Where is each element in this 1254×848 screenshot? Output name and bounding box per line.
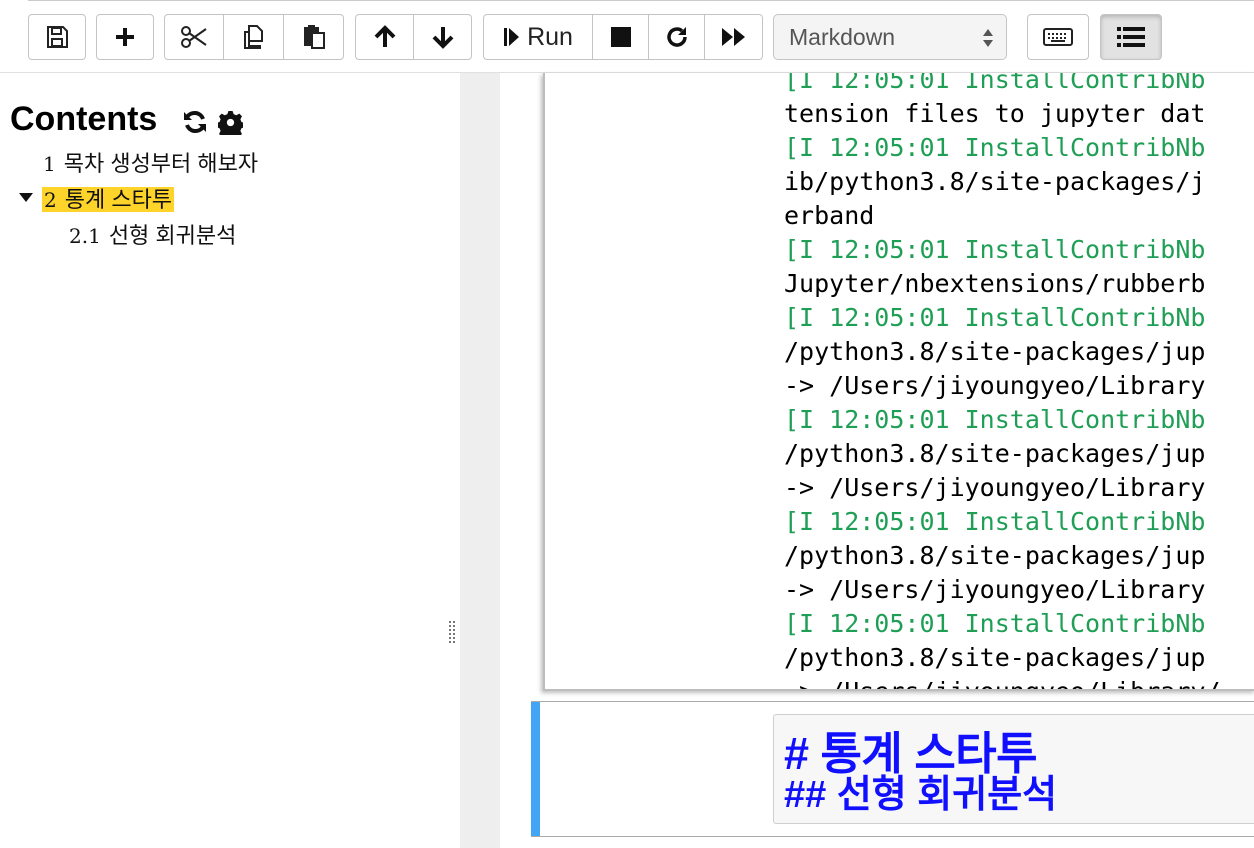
log-text: /python3.8/site-packages/jup	[784, 439, 1206, 468]
log-text: ib/python3.8/site-packages/j	[784, 167, 1206, 196]
refresh-icon[interactable]	[182, 109, 208, 135]
arrow-up-icon	[374, 25, 395, 47]
log-prefix: [I 12:05:01 InstallContribNb	[784, 609, 1206, 638]
notebook-area: [I 12:05:01 InstallContribNb tension file…	[460, 73, 1254, 848]
toc-item-2-1[interactable]: 2.1 선형 회귀분석	[69, 218, 236, 250]
notebook-toolbar: Run Markdown	[0, 0, 1254, 73]
restart-run-all-button[interactable]	[705, 14, 763, 60]
log-line-info: [I 12:05:01 InstallContribNb	[784, 301, 1221, 335]
copy-icon	[243, 25, 263, 49]
paste-button[interactable]	[284, 14, 344, 60]
log-prefix: [I 12:05:01 InstallContribNb	[784, 133, 1206, 162]
run-label: Run	[527, 22, 573, 51]
log-text: tension files to jupyter dat	[784, 99, 1206, 128]
toc-item-number: 2	[44, 188, 57, 212]
log-prefix: [I 12:05:01 InstallContribNb	[784, 235, 1206, 264]
markdown-cell[interactable]: # 통계 스타투 ## 선형 회귀분석	[531, 701, 1254, 837]
paste-icon	[303, 25, 325, 49]
toc-item-label: 통계 스타투	[64, 187, 173, 212]
log-text: /python3.8/site-packages/jup	[784, 337, 1206, 366]
insert-cell-button[interactable]	[96, 14, 154, 60]
log-line: -> /Users/jiyoungyeo/Library	[784, 471, 1221, 505]
restart-kernel-button[interactable]	[649, 14, 705, 60]
log-text: -> /Users/jiyoungyeo/Library/	[784, 677, 1221, 689]
log-line: -> /Users/jiyoungyeo/Library	[784, 573, 1221, 607]
notebook-page: [I 12:05:01 InstallContribNb tension file…	[500, 73, 1254, 848]
cell-type-select[interactable]: Markdown	[773, 14, 1007, 60]
scissors-icon	[181, 26, 207, 48]
interrupt-button[interactable]	[593, 14, 649, 60]
save-icon	[47, 26, 68, 48]
toc-item-2[interactable]: 2 통계 스타투	[42, 182, 175, 214]
log-line: /python3.8/site-packages/jup	[784, 539, 1221, 573]
gear-icon[interactable]	[218, 110, 243, 135]
toc-toggle-button[interactable]	[1100, 14, 1162, 60]
log-line: ib/python3.8/site-packages/j	[784, 165, 1221, 199]
log-line-info: [I 12:05:01 InstallContribNb	[784, 233, 1221, 267]
keyboard-icon	[1043, 28, 1073, 46]
log-text: -> /Users/jiyoungyeo/Library	[784, 371, 1206, 400]
toolbar-top-border	[28, 0, 1254, 4]
log-prefix: [I 12:05:01 InstallContribNb	[784, 507, 1206, 536]
log-line-info: [I 12:05:01 InstallContribNb	[784, 505, 1221, 539]
log-line: tension files to jupyter dat	[784, 97, 1221, 131]
arrow-down-icon	[432, 27, 453, 49]
log-line-info: [I 12:05:01 InstallContribNb	[784, 403, 1221, 437]
log-prefix: [I 12:05:01 InstallContribNb	[784, 303, 1206, 332]
fast-forward-icon	[721, 28, 745, 46]
cell-type-value: Markdown	[789, 23, 896, 50]
log-line-info: [I 12:05:01 InstallContribNb	[784, 131, 1221, 165]
toc-item-number: 1	[43, 152, 56, 176]
log-text: erband	[784, 201, 875, 230]
output-area[interactable]: [I 12:05:01 InstallContribNb tension file…	[543, 73, 1254, 691]
log-line: -> /Users/jiyoungyeo/Library/	[784, 675, 1221, 689]
toc-item-highlight: 2 통계 스타투	[42, 187, 175, 212]
toc-title: Contents	[10, 100, 158, 138]
log-line: -> /Users/jiyoungyeo/Library	[784, 369, 1221, 403]
save-button[interactable]	[28, 14, 86, 60]
log-line: /python3.8/site-packages/jup	[784, 437, 1221, 471]
log-prefix: [I 12:05:01 InstallContribNb	[784, 405, 1206, 434]
log-text: /python3.8/site-packages/jup	[784, 541, 1206, 570]
toc-item-1[interactable]: 1 목차 생성부터 해보자	[43, 146, 258, 178]
log-line: Jupyter/nbextensions/rubberb	[784, 267, 1221, 301]
log-line: erband	[784, 199, 1221, 233]
select-arrows-icon	[983, 29, 993, 47]
toc-sidebar: Contents 1 목차 생성부터 해보자 2 통계 스타투 2.1 선형 회귀분석	[0, 73, 460, 848]
plus-icon	[116, 28, 134, 46]
move-up-button[interactable]	[355, 14, 414, 60]
command-palette-button[interactable]	[1027, 14, 1089, 60]
log-text: Jupyter/nbextensions/rubberb	[784, 269, 1206, 298]
log-text: /python3.8/site-packages/jup	[784, 643, 1206, 672]
cut-button[interactable]	[164, 14, 224, 60]
log-line-info: [I 12:05:01 InstallContribNb	[784, 73, 1221, 97]
toc-item-label: 선형 회귀분석	[108, 223, 237, 248]
log-prefix: [I 12:05:01 InstallContribNb	[784, 73, 1206, 94]
log-text: -> /Users/jiyoungyeo/Library	[784, 575, 1206, 604]
run-icon	[504, 28, 520, 46]
log-text: -> /Users/jiyoungyeo/Library	[784, 473, 1206, 502]
restart-icon	[666, 27, 687, 47]
output-text: [I 12:05:01 InstallContribNb tension file…	[784, 73, 1221, 689]
log-line-info: [I 12:05:01 InstallContribNb	[784, 607, 1221, 641]
caret-down-icon[interactable]	[18, 191, 34, 203]
toc-item-label: 목차 생성부터 해보자	[63, 151, 259, 176]
markdown-heading-2: ## 선형 회귀분석	[784, 774, 1058, 816]
stop-icon	[610, 27, 631, 47]
list-icon	[1117, 27, 1145, 47]
log-line: /python3.8/site-packages/jup	[784, 335, 1221, 369]
selected-cell-indicator	[531, 702, 540, 836]
markdown-editor[interactable]: # 통계 스타투 ## 선형 회귀분석	[773, 714, 1254, 824]
copy-button[interactable]	[224, 14, 284, 60]
move-down-button[interactable]	[414, 14, 472, 60]
resize-handle-icon[interactable]	[449, 621, 457, 645]
toc-item-number: 2.1	[69, 224, 101, 248]
run-button[interactable]: Run	[483, 14, 593, 60]
log-line: /python3.8/site-packages/jup	[784, 641, 1221, 675]
